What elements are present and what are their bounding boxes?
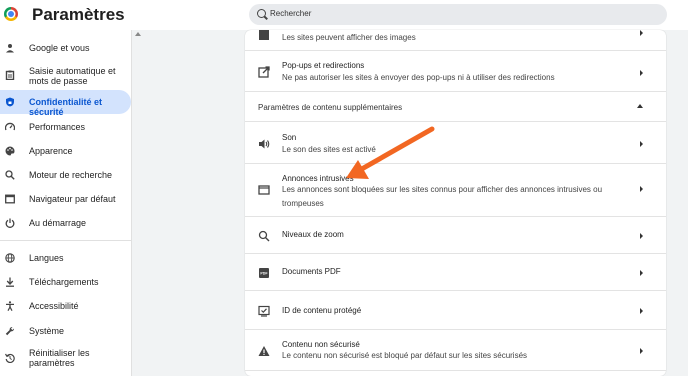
sidebar-item-downloads[interactable]: Téléchargements [0, 270, 131, 294]
palette-icon [5, 146, 15, 156]
sidebar-item-label: Système [29, 326, 65, 336]
search-icon [5, 170, 15, 180]
speedometer-icon [5, 122, 15, 131]
intrusive-ads-title: Annonces intrusives [282, 174, 354, 183]
sound-row[interactable]: Son Le son des sites est activé [245, 122, 666, 164]
section-title: Paramètres de contenu supplémentaires [258, 103, 403, 112]
power-icon [5, 218, 15, 228]
sidebar-item-label: Confidentialité et sécurité [29, 97, 103, 117]
popups-title: Pop-ups et redirections [282, 61, 365, 70]
protected-content-title: ID de contenu protégé [282, 306, 362, 315]
search-placeholder: Rechercher [270, 9, 312, 18]
sidebar-item-label: Performances [29, 122, 86, 132]
intrusive-ads-row[interactable]: Annonces intrusives Les annonces sont bl… [245, 164, 666, 217]
sidebar-item-label: Apparence [29, 146, 73, 156]
top-bar: Paramètres Rechercher [0, 0, 688, 30]
shield-icon [6, 97, 14, 107]
chevron-right-icon [640, 348, 643, 354]
sidebar-item-search-engine[interactable]: Moteur de recherche [0, 163, 131, 187]
sidebar-item-privacy[interactable]: Confidentialité et sécurité [0, 90, 131, 117]
chevron-right-icon [640, 270, 643, 276]
chevron-right-icon [640, 30, 643, 36]
images-subtitle: Les sites peuvent afficher des images [282, 33, 416, 42]
sidebar-item-system[interactable]: Système [0, 319, 131, 343]
sidebar-item-languages[interactable]: Langues [0, 246, 131, 270]
chevron-up-icon[interactable] [637, 104, 643, 108]
sidebar-item-reset[interactable]: Réinitialiser les paramètres [0, 344, 131, 372]
content-card: Les sites peuvent afficher des images Po… [245, 30, 666, 376]
page-title: Paramètres [32, 5, 125, 24]
intrusive-ads-subtitle: Les annonces sont bloquées sur les sites… [282, 185, 603, 208]
pdf-row[interactable]: PDF Documents PDF [245, 254, 666, 291]
accessibility-icon [6, 301, 14, 311]
chevron-right-icon [640, 186, 643, 192]
insecure-content-title: Contenu non sécurisé [282, 340, 360, 349]
additional-settings-header[interactable]: Paramètres de contenu supplémentaires [245, 92, 666, 122]
sidebar-item-google[interactable]: Google et vous [0, 36, 131, 60]
volume-icon [259, 139, 270, 149]
chrome-logo-icon [4, 7, 18, 21]
download-icon [6, 277, 14, 287]
sidebar-item-startup[interactable]: Au démarrage [0, 211, 131, 235]
zoom-icon [258, 230, 270, 242]
sidebar-item-performance[interactable]: Performances [0, 115, 131, 139]
sidebar-item-label: Navigateur par défaut [29, 194, 116, 204]
wrench-icon [5, 326, 15, 336]
chevron-right-icon [640, 308, 643, 314]
sidebar-divider [0, 240, 131, 241]
sidebar-scrollbar[interactable] [131, 30, 142, 376]
globe-icon [5, 253, 15, 263]
warning-icon [258, 346, 270, 356]
sound-title: Son [282, 133, 297, 142]
sidebar-item-autofill[interactable]: Saisie automatique et mots de passe [0, 62, 131, 88]
sidebar-item-label: Accessibilité [29, 301, 79, 311]
sidebar-item-label: Réinitialiser les paramètres [29, 348, 90, 368]
protected-content-icon [258, 305, 270, 317]
scroll-up-icon[interactable] [135, 32, 141, 36]
sidebar-item-label: Google et vous [29, 43, 90, 53]
protected-content-row[interactable]: ID de contenu protégé [245, 291, 666, 330]
sidebar-item-label: Téléchargements [29, 277, 99, 287]
sidebar-item-accessibility[interactable]: Accessibilité [0, 294, 131, 318]
sidebar-item-label: Saisie automatique et mots de passe [29, 66, 116, 86]
person-icon [6, 44, 14, 53]
chevron-right-icon [640, 141, 643, 147]
zoom-title: Niveaux de zoom [282, 230, 344, 239]
search-input[interactable]: Rechercher [249, 4, 667, 25]
sidebar-item-label: Langues [29, 253, 64, 263]
pdf-icon: PDF [259, 268, 269, 278]
svg-text:PDF: PDF [260, 272, 268, 276]
insecure-content-subtitle: Le contenu non sécurisé est bloqué par d… [282, 351, 528, 360]
sidebar-item-label: Au démarrage [29, 218, 87, 228]
clipboard-icon [5, 70, 15, 80]
ad-window-icon [258, 185, 270, 195]
insecure-content-row[interactable]: Contenu non sécurisé Le contenu non sécu… [245, 330, 666, 371]
sidebar-item-appearance[interactable]: Apparence [0, 139, 131, 163]
popups-subtitle: Ne pas autoriser les sites à envoyer des… [282, 73, 555, 82]
image-icon [259, 30, 269, 40]
sound-subtitle: Le son des sites est activé [282, 145, 376, 154]
search-icon [257, 9, 266, 18]
popups-row[interactable]: Pop-ups et redirections Ne pas autoriser… [245, 51, 666, 92]
sidebar: Google et vous Saisie automatique et mot… [0, 30, 131, 376]
chevron-right-icon [640, 233, 643, 239]
sidebar-item-default-browser[interactable]: Navigateur par défaut [0, 187, 131, 211]
sidebar-item-label: Moteur de recherche [29, 170, 113, 180]
images-row[interactable]: Les sites peuvent afficher des images [245, 30, 666, 51]
pdf-title: Documents PDF [282, 267, 341, 276]
chevron-right-icon [640, 70, 643, 76]
external-link-icon [258, 66, 270, 78]
reset-icon [5, 353, 15, 363]
zoom-row[interactable]: Niveaux de zoom [245, 217, 666, 254]
browser-icon [5, 194, 15, 204]
